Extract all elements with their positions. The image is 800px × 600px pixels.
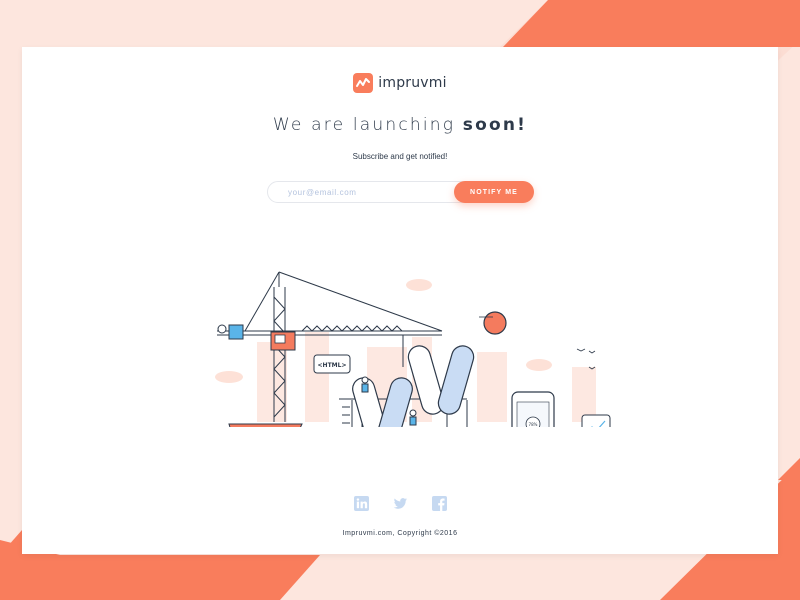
impruvmi-logo-icon <box>353 73 374 93</box>
linkedin-icon[interactable] <box>353 496 369 511</box>
copyright-text: Impruvmi.com, Copyright ©2016 <box>342 530 458 537</box>
phone-progress-label: 78% <box>529 422 538 427</box>
notify-me-button[interactable]: NOTIFY ME <box>454 181 534 203</box>
construction-scene: <HTML> 78% <box>215 271 611 427</box>
page-title: We are launching soon! <box>22 115 778 135</box>
social-links <box>22 496 778 511</box>
html-tag-label: <HTML> <box>318 362 347 369</box>
subtitle: Subscribe and get notified! <box>352 152 448 161</box>
twitter-icon[interactable] <box>393 496 408 511</box>
email-field[interactable] <box>267 181 472 203</box>
brand-logo: impruvmi <box>22 73 778 93</box>
headline-light: We are launching <box>272 115 456 135</box>
main-card: impruvmi We are launching soon! Subscrib… <box>22 47 778 554</box>
facebook-icon[interactable] <box>431 496 447 511</box>
brand-name: impruvmi <box>378 75 447 91</box>
headline-bold: soon! <box>462 115 528 135</box>
subscribe-form: NOTIFY ME <box>267 181 535 203</box>
